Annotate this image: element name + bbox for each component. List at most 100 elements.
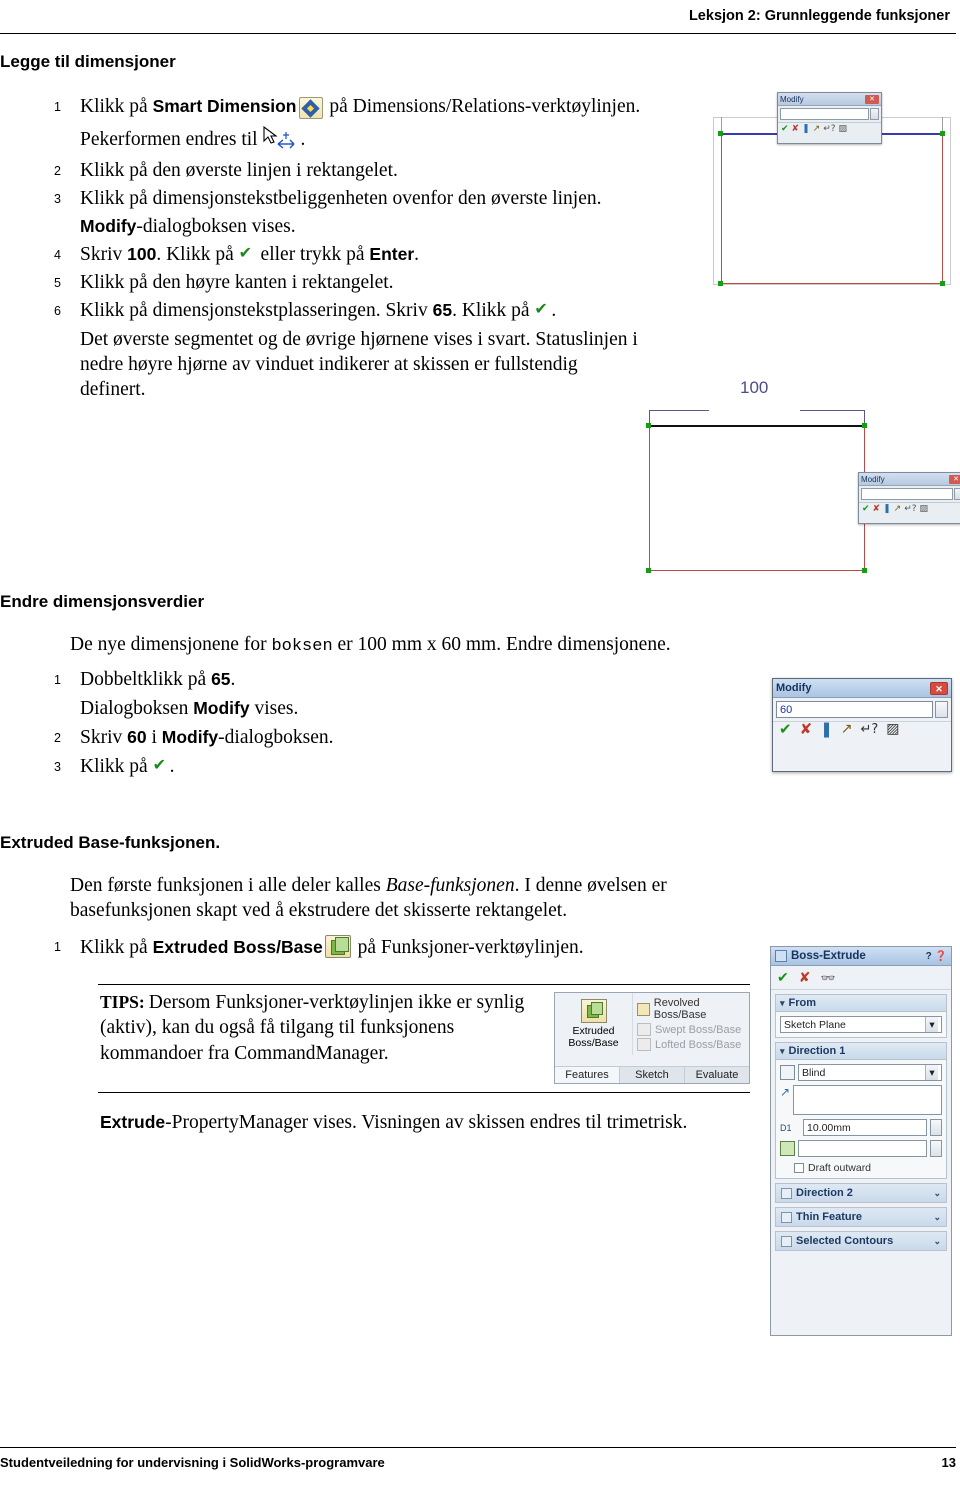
step-1: 1 Klikk på Smart Dimension på Dimensions… [54,95,714,120]
modify-spinner[interactable] [954,488,960,500]
help-icon[interactable]: ? ❓ [926,951,947,962]
modify-value-input[interactable] [861,488,953,500]
pm-group-direction2[interactable]: Direction 2 ⌄ [775,1183,947,1203]
draft-outward-row[interactable]: Draft outward [780,1162,942,1174]
tab-features[interactable]: Features [555,1067,620,1083]
pm-group-selected-contours[interactable]: Selected Contours ⌄ [775,1231,947,1251]
checkbox-icon[interactable] [781,1187,792,1199]
sketch-rectangle [649,426,865,571]
menu-item-swept[interactable]: Swept Boss/Base [637,1022,745,1037]
draft-spinner[interactable] [930,1140,942,1157]
step-bold: Modify [193,697,250,718]
pm-group-header[interactable]: ▾ From [776,995,946,1012]
chevron-down-icon[interactable]: ▾ [780,1046,785,1057]
draft-angle-input[interactable] [798,1140,927,1157]
step-text: Klikk på Extruded Boss/Base på Funksjone… [80,935,584,961]
rebuild-icon[interactable]: ❚ [883,505,891,514]
chevron-down-icon[interactable]: ⌄ [933,1188,941,1199]
step-number [54,215,80,220]
chevron-down-icon[interactable]: ▾ [780,998,785,1009]
step-cursor-note: Pekerformen endres til . [54,125,714,153]
modify-dialog-small-top[interactable]: Modify ✕ ✔ ✘ ❚ ↗ ↵? ▨ [777,92,882,144]
command-manager-figure[interactable]: Extruded Boss/Base Revolved Boss/Base Sw… [554,992,750,1084]
rebuild-icon[interactable]: ❚ [802,125,810,134]
dimension-cursor-icon [262,125,300,152]
sketch-vertex [940,281,945,286]
depth-label: D1 [780,1122,792,1133]
reverse-direction-icon[interactable]: ↗ [780,1085,790,1099]
accept-icon[interactable]: ✔ [781,125,789,134]
depth-row: D1 10.00mm [780,1119,942,1136]
paragraph-text-a: Den første funksjonen i alle deler kalle… [70,875,386,896]
cancel-icon[interactable]: ✘ [873,505,881,514]
step-number [54,126,80,131]
pm-group-thin-feature[interactable]: Thin Feature ⌄ [775,1207,947,1227]
modify-dialog-large[interactable]: Modify ✕ 60 ✔ ✘ ❚ ↗ ↵? ▨ [772,678,952,772]
modify-value-input[interactable]: 60 [776,701,933,718]
cancel-icon[interactable]: ✘ [800,722,813,737]
pm-group-from: ▾ From Sketch Plane ▾ [775,994,947,1038]
smart-dimension-icon [298,96,323,119]
reverse-icon[interactable]: ↗ [813,125,821,134]
menu-item-lofted[interactable]: Lofted Boss/Base [637,1037,745,1052]
accept-icon[interactable]: ✔ [779,722,792,737]
chevron-down-icon[interactable]: ⌄ [933,1236,941,1247]
chevron-down-icon[interactable]: ▾ [925,1017,938,1032]
green-check-icon [534,299,551,319]
end-condition-value: Blind [802,1066,826,1079]
cancel-icon[interactable]: ✘ [792,125,800,134]
modify-spinner[interactable] [870,108,879,120]
accept-icon[interactable]: ✔ [777,969,789,986]
modify-value-input[interactable] [780,108,869,120]
draft-icon[interactable] [780,1141,795,1156]
step-bold: Modify [80,215,137,236]
rebuild-icon[interactable]: ❚ [820,722,833,737]
chevron-down-icon[interactable]: ▾ [925,1065,938,1080]
mark-for-drawing-icon[interactable]: ↵? [860,723,878,736]
draft-outward-checkbox[interactable] [794,1163,804,1173]
reverse-icon[interactable]: ↗ [841,722,853,736]
menu-item-label: Revolved Boss/Base [653,997,707,1021]
paragraph-italic: Base-funksjonen [385,875,515,896]
mark-for-drawing-icon[interactable]: ↵? [823,125,835,134]
step-3: 3 Klikk på . [54,755,674,780]
extruded-boss-base-button[interactable]: Extruded Boss/Base [555,993,633,1055]
chevron-down-icon[interactable]: ⌄ [933,1212,941,1223]
link-values-icon[interactable]: ▨ [839,125,848,134]
step-2: 2 Klikk på den øverste linjen i rektange… [54,159,714,184]
accept-icon[interactable]: ✔ [862,505,870,514]
closing-bold: Extrude [100,1112,166,1132]
end-condition-select[interactable]: Blind ▾ [798,1064,942,1081]
reverse-icon[interactable]: ↗ [894,505,902,514]
menu-item-revolved[interactable]: Revolved Boss/Base [637,996,745,1022]
step-text-b: . [169,755,175,777]
step-text-a: Skriv [80,243,128,265]
step-text-a: Klikk på [80,755,153,777]
depth-spinner[interactable] [930,1119,942,1136]
step-number: 6 [54,303,61,318]
modify-spinner[interactable] [935,701,948,718]
tab-evaluate[interactable]: Evaluate [685,1067,749,1083]
close-icon[interactable]: ✕ [865,94,879,104]
link-values-icon[interactable]: ▨ [920,505,929,514]
pm-group-header[interactable]: ▾ Direction 1 [776,1043,946,1060]
close-icon[interactable]: ✕ [949,474,960,484]
direction-reference-field[interactable] [793,1085,942,1115]
preview-icon[interactable]: 👓 [820,971,835,985]
tab-sketch[interactable]: Sketch [620,1067,685,1083]
closing-text: -PropertyManager vises. Visningen av ski… [165,1112,688,1133]
boss-extrude-property-manager[interactable]: Boss-Extrude ? ❓ ✔ ✘ 👓 ▾ From Sketch Pla… [770,946,952,1336]
step-text: Klikk på den øverste linjen i rektangele… [80,159,398,181]
from-select[interactable]: Sketch Plane ▾ [780,1016,942,1033]
cancel-icon[interactable]: ✘ [799,969,811,986]
left-label-1: Extruded [572,1025,615,1037]
step-text-a: Pekerformen endres til [80,128,263,150]
close-icon[interactable]: ✕ [930,681,948,695]
modify-dialog-small-mid[interactable]: Modify ✕ ✔ ✘ ❚ ↗ ↵? ▨ [858,472,960,524]
mark-for-drawing-icon[interactable]: ↵? [904,505,916,514]
menu-item-label: Swept Boss/Base [655,1023,742,1036]
direction-arrow-icon[interactable] [780,1065,795,1080]
link-values-icon[interactable]: ▨ [886,722,899,736]
checkbox-icon[interactable] [781,1211,792,1223]
depth-input[interactable]: 10.00mm [803,1119,927,1136]
